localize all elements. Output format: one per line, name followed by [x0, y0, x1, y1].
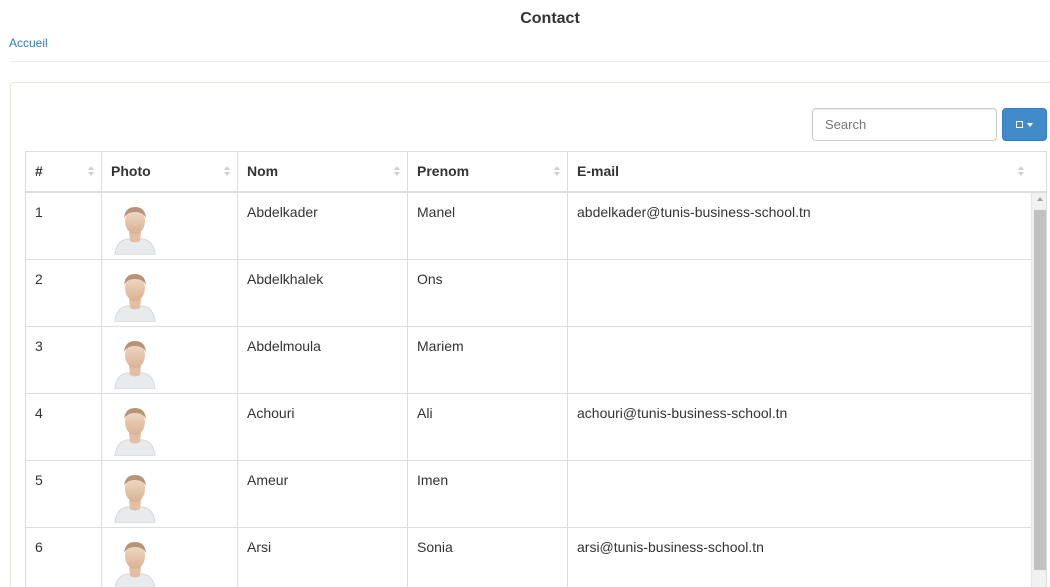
user-avatar-icon [114, 542, 156, 587]
sort-icon [88, 166, 94, 178]
table-row[interactable]: 3 Abdelmoula Mariem [26, 327, 1031, 394]
cell-prenom: Mariem [408, 327, 568, 394]
breadcrumb-accueil-link[interactable]: Accueil [9, 36, 48, 50]
table-row[interactable]: 1 Abdelkader Manel abdelkader@tunis-busi… [26, 193, 1031, 260]
cell-nom: Abdelmoula [238, 327, 408, 394]
user-avatar-icon [114, 408, 156, 456]
search-input[interactable] [812, 108, 997, 141]
cell-nom: Abdelkader [238, 193, 408, 260]
cell-photo [102, 260, 238, 327]
cell-nom: Achouri [238, 394, 408, 461]
cell-number: 3 [26, 327, 102, 394]
cell-nom: Abdelkhalek [238, 260, 408, 327]
cell-email [568, 260, 1031, 327]
cell-email: abdelkader@tunis-business-school.tn [577, 204, 811, 220]
table-row[interactable]: 2 Abdelkhalek Ons [26, 260, 1031, 327]
column-header-prenom[interactable]: Prenom [408, 152, 568, 191]
columns-toggle-button[interactable] [1002, 108, 1047, 141]
sort-icon [554, 166, 560, 178]
cell-email [568, 327, 1031, 394]
cell-number: 6 [26, 528, 102, 587]
column-header-label: # [35, 163, 43, 179]
cell-number: 1 [26, 193, 102, 260]
cell-nom: Ameur [238, 461, 408, 528]
cell-email [568, 461, 1031, 528]
cell-number: 4 [26, 394, 102, 461]
scrollbar-thumb[interactable] [1034, 210, 1046, 570]
column-header-photo[interactable]: Photo [102, 152, 238, 191]
column-header-email[interactable]: E-mail [568, 152, 1046, 191]
table-row[interactable]: 4 Achouri Ali achouri@tunis-business-sch… [26, 394, 1031, 461]
table-row[interactable]: 6 Arsi Sonia arsi@tunis-business-school.… [26, 528, 1031, 587]
sort-icon [224, 166, 230, 178]
table-row[interactable]: 5 Ameur Imen [26, 461, 1031, 528]
column-header-nom[interactable]: Nom [238, 152, 408, 191]
cell-photo [102, 327, 238, 394]
cell-nom: Arsi [238, 528, 408, 587]
cell-prenom: Imen [408, 461, 568, 528]
sort-icon [1018, 166, 1024, 178]
cell-number: 5 [26, 461, 102, 528]
cell-prenom: Ons [408, 260, 568, 327]
cell-prenom: Ali [408, 394, 568, 461]
cell-email: achouri@tunis-business-school.tn [577, 405, 788, 421]
column-header-label: Nom [247, 163, 279, 179]
table-scrollbar[interactable] [1031, 193, 1046, 587]
user-avatar-icon [114, 274, 156, 322]
user-avatar-icon [114, 207, 156, 255]
caret-down-icon [1027, 122, 1033, 127]
columns-toggle-icon [1016, 121, 1023, 128]
contacts-table: # Photo Nom Prenom E-mail 1 Abdelkader M… [25, 151, 1047, 587]
cell-photo [102, 461, 238, 528]
column-header-number[interactable]: # [26, 152, 102, 191]
cell-prenom: Sonia [408, 528, 568, 587]
cell-number: 2 [26, 260, 102, 327]
column-header-label: Prenom [417, 163, 470, 179]
cell-photo [102, 193, 238, 260]
page-title: Contact [520, 10, 580, 27]
user-avatar-icon [114, 475, 156, 523]
scroll-up-arrow-icon[interactable] [1037, 197, 1043, 201]
table-header: # Photo Nom Prenom E-mail [26, 152, 1046, 193]
column-header-label: E-mail [577, 163, 620, 179]
table-body: 1 Abdelkader Manel abdelkader@tunis-busi… [26, 193, 1031, 587]
column-header-label: Photo [111, 163, 151, 179]
user-avatar-icon [114, 341, 156, 389]
cell-email: arsi@tunis-business-school.tn [577, 539, 764, 555]
cell-prenom: Manel [408, 193, 568, 260]
header-divider [10, 61, 1050, 62]
sort-icon [394, 166, 400, 178]
cell-photo [102, 528, 238, 587]
cell-photo [102, 394, 238, 461]
